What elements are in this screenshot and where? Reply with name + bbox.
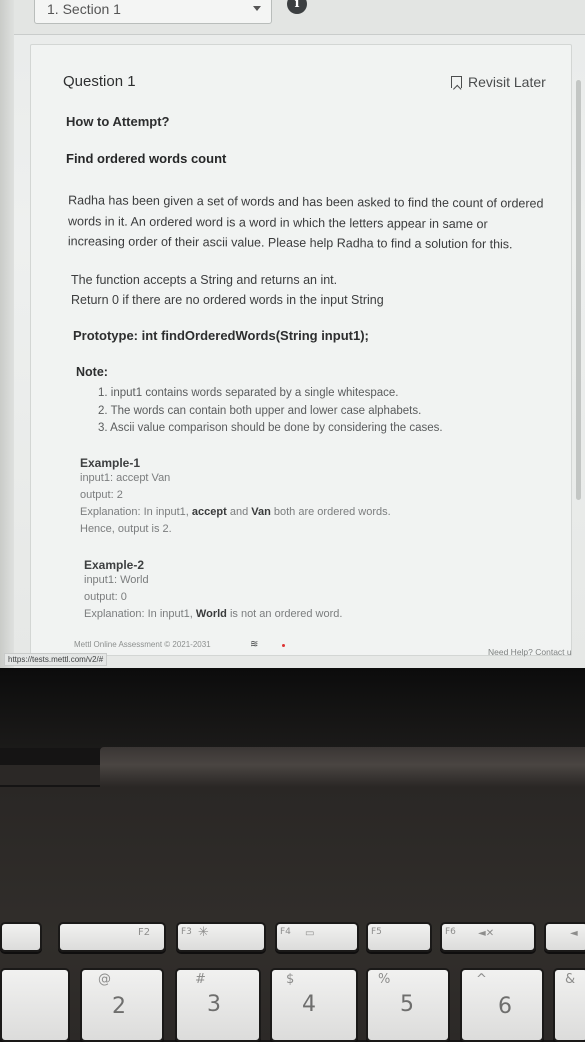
explanation-text: both are ordered words. — [270, 506, 391, 518]
fkey[interactable]: F2 — [58, 922, 166, 952]
how-to-attempt: How to Attempt? — [66, 114, 170, 129]
example-title: Example-1 — [80, 456, 141, 470]
fkey-label: F4 — [280, 927, 291, 937]
explanation-word: accept — [191, 506, 227, 518]
fkey[interactable]: ▭ F4 — [275, 922, 359, 952]
key-6[interactable]: ^ 6 — [460, 968, 544, 1042]
fkey-label: F3 — [181, 927, 192, 937]
fkey-label: F5 — [371, 927, 382, 937]
explanation-word: World — [195, 608, 227, 620]
fkey-partial[interactable] — [0, 922, 42, 952]
explanation-text: Explanation: In input1, — [80, 506, 192, 518]
revisit-later-label: Revisit Later — [468, 74, 546, 90]
example-input: input1: accept Van — [80, 472, 171, 484]
key-number: 2 — [112, 994, 126, 1019]
problem-description: Radha has been given a set of words and … — [68, 190, 568, 255]
key-number: 5 — [400, 992, 414, 1017]
section-dropdown[interactable]: 1. Section 1 — [34, 0, 272, 24]
key-number: 6 — [498, 994, 512, 1019]
note-list: 1. input1 contains words separated by a … — [98, 385, 443, 438]
key-2[interactable]: @2 — [80, 968, 164, 1042]
explanation-text: and — [226, 506, 252, 518]
key-number: 3 — [207, 992, 221, 1017]
chevron-down-icon — [253, 6, 261, 11]
fkey-label: F6 — [445, 927, 456, 937]
key-symbol: % — [378, 972, 391, 987]
example-explanation: Explanation: In input1, accept and Van b… — [80, 504, 391, 521]
explanation-text: is not an ordered word. — [226, 608, 343, 620]
status-dot — [282, 644, 285, 647]
key-1[interactable] — [0, 968, 70, 1042]
description-line: Radha has been given a set of words and … — [68, 193, 544, 211]
description-line: increasing order of their ascii value. P… — [67, 234, 513, 252]
question-title: Question 1 — [63, 73, 136, 90]
example-1: Example-1 input1: accept Van output: 2 E… — [80, 456, 391, 538]
key-7[interactable]: & — [553, 968, 585, 1042]
note-item: 3. Ascii value comparison should be done… — [98, 422, 443, 434]
key-symbol: # — [195, 972, 206, 987]
laptop-hinge — [100, 747, 585, 787]
function-description: The function accepts a String and return… — [71, 270, 384, 310]
note-item: 1. input1 contains words separated by a … — [98, 387, 399, 399]
fkey[interactable]: ◄✕ F6 — [440, 922, 536, 952]
example-input: input1: World — [84, 574, 149, 586]
footer-copyright: Mettl Online Assessment © 2021-2031 — [74, 640, 211, 649]
function-line: Return 0 if there are no ordered words i… — [71, 293, 384, 307]
bookmark-icon — [451, 76, 462, 88]
wifi-icon: ≋ — [250, 639, 259, 650]
need-help-link[interactable]: Need Help? Contact u — [488, 647, 572, 657]
key-4[interactable]: $4 — [270, 968, 358, 1042]
volume-icon: ◄ — [570, 928, 578, 939]
laptop-screen: 1. Section 1 i Question 1 Revisit Later … — [0, 0, 585, 668]
key-symbol: @ — [98, 972, 111, 987]
section-label: 1. Section 1 — [47, 1, 121, 17]
key-number: 4 — [302, 992, 316, 1017]
fkey[interactable]: F5 — [366, 922, 432, 952]
fkey-label: F2 — [138, 927, 151, 938]
brightness-icon: ✳ — [198, 925, 209, 940]
example-title: Example-2 — [84, 558, 145, 572]
hinge-left — [0, 765, 100, 785]
example-2: Example-2 input1: World output: 0 Explan… — [84, 558, 342, 623]
note-label: Note: — [76, 365, 108, 379]
key-3[interactable]: #3 — [175, 968, 261, 1042]
prototype: Prototype: int findOrderedWords(String i… — [73, 328, 369, 343]
example-hence: Hence, output is 2. — [80, 523, 172, 535]
example-explanation: Explanation: In input1, World is not an … — [84, 606, 342, 623]
example-output: output: 2 — [80, 489, 123, 501]
function-line: The function accepts a String and return… — [71, 273, 338, 287]
display-icon: ▭ — [305, 928, 315, 939]
fkey[interactable]: ✳ F3 — [176, 922, 266, 952]
note-item: 2. The words can contain both upper and … — [98, 404, 422, 417]
scrollbar[interactable] — [576, 80, 581, 500]
mute-icon: ◄✕ — [478, 928, 495, 939]
info-icon[interactable]: i — [287, 0, 307, 14]
explanation-word: Van — [251, 506, 271, 518]
key-5[interactable]: % 5 — [366, 968, 450, 1042]
example-output: output: 0 — [84, 591, 127, 603]
key-symbol: ^ — [476, 972, 487, 987]
key-symbol: & — [565, 972, 576, 987]
fkey[interactable]: ◄ — [544, 922, 585, 952]
explanation-text: Explanation: In input1, — [84, 608, 196, 620]
top-bar: 1. Section 1 i — [0, 0, 585, 35]
revisit-later-button[interactable]: Revisit Later — [451, 74, 546, 90]
screen-bezel — [0, 668, 585, 748]
status-url: https://tests.mettl.com/v2/# — [4, 653, 108, 666]
key-symbol: $ — [286, 972, 295, 987]
problem-title: Find ordered words count — [66, 151, 227, 166]
left-edge — [0, 0, 14, 668]
